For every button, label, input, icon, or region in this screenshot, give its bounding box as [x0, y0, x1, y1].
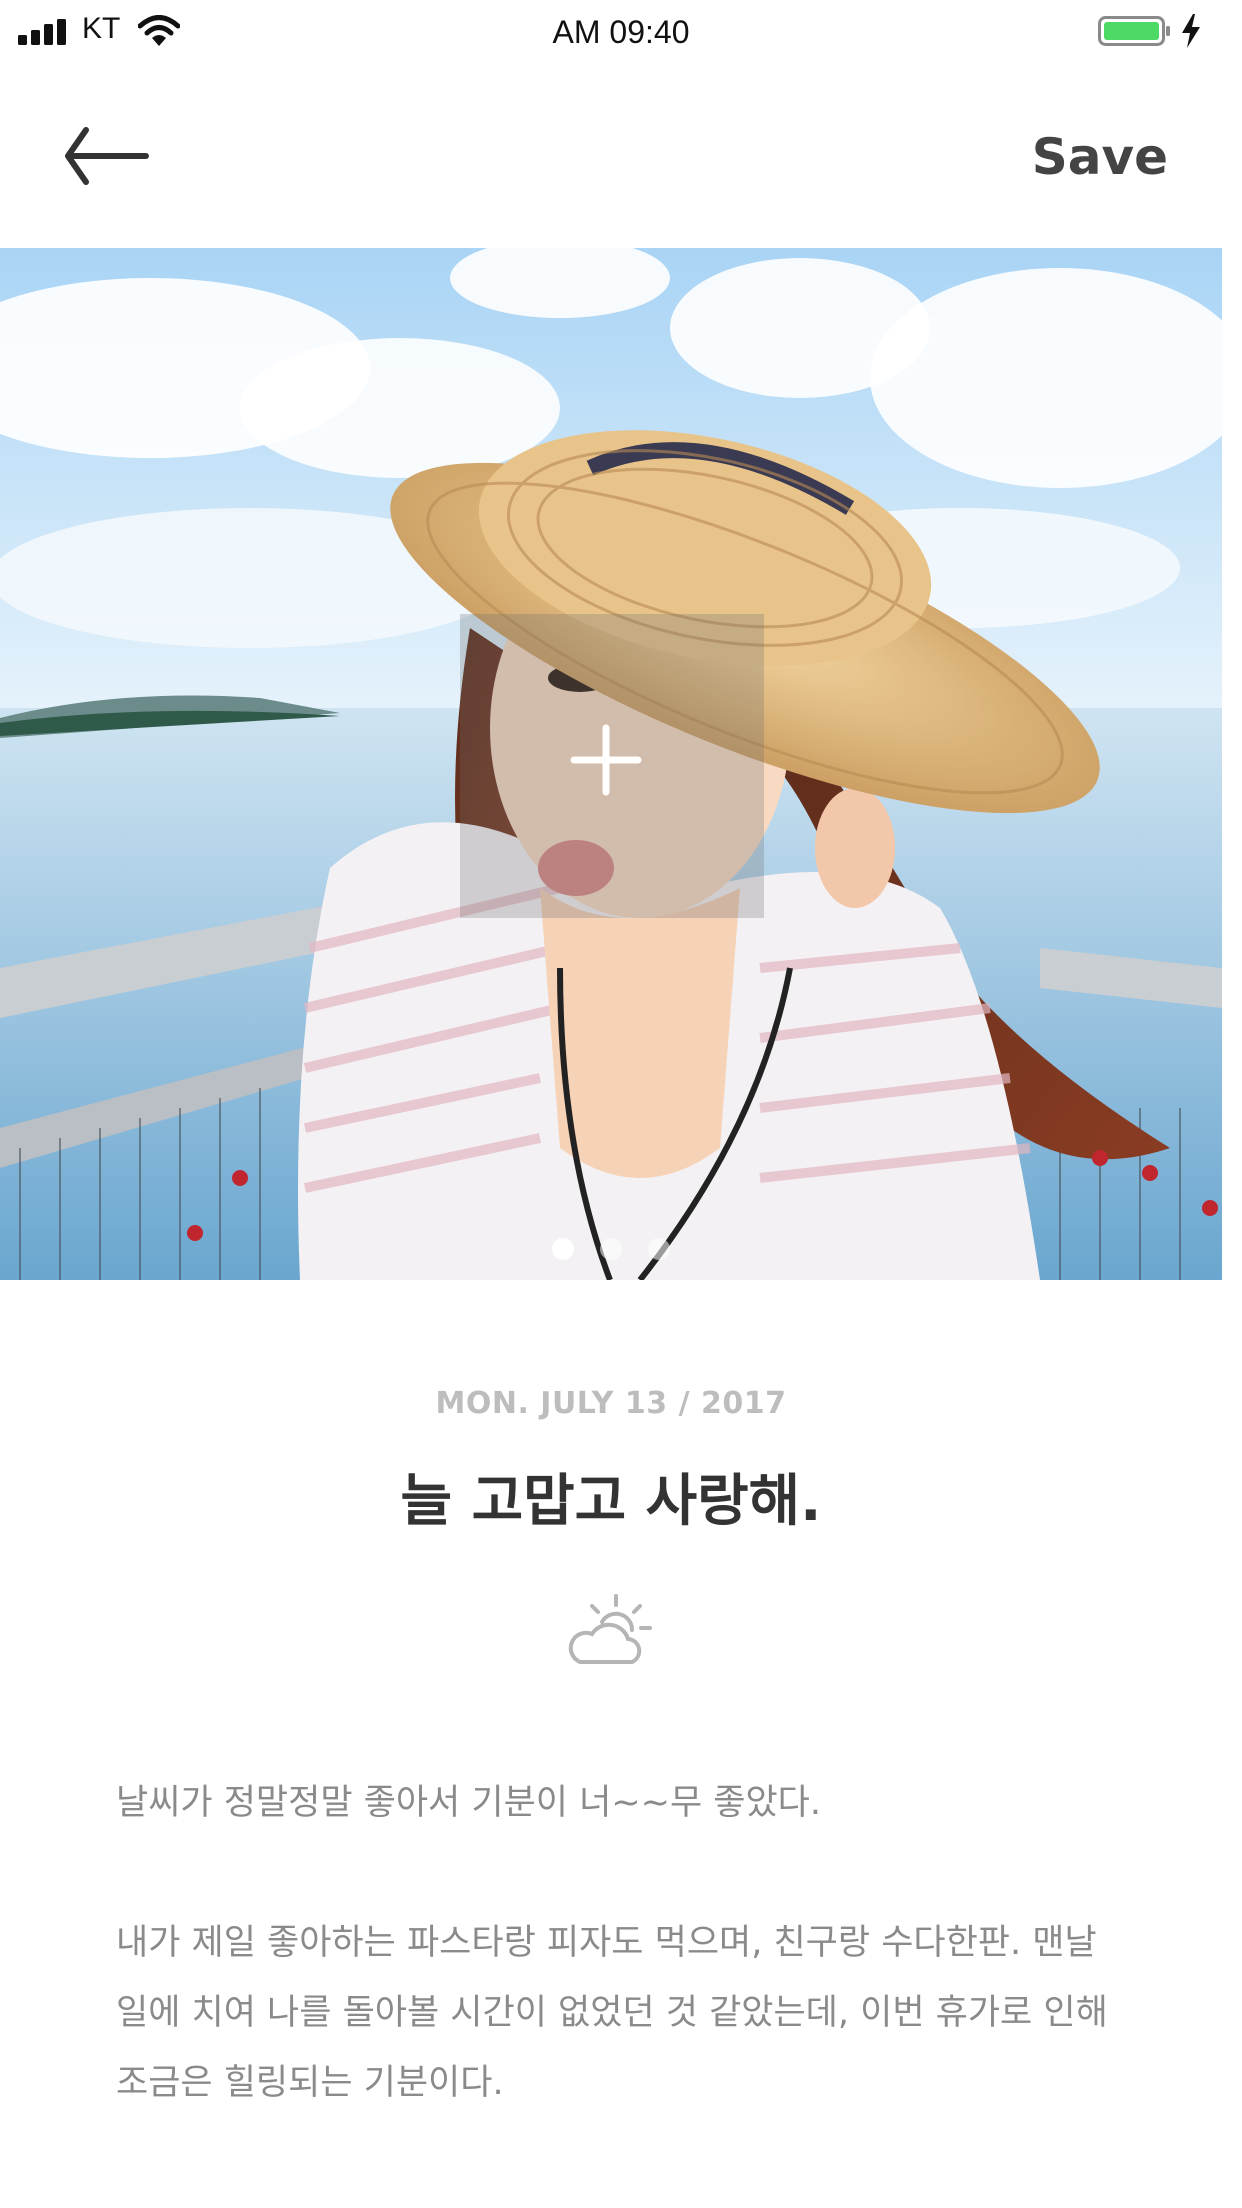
- photo-carousel[interactable]: [0, 248, 1222, 1280]
- add-tag-button[interactable]: [460, 614, 764, 918]
- entry-title[interactable]: 늘 고맙고 사랑해.: [0, 1456, 1222, 1537]
- entry-paragraph: 날씨가 정말정말 좋아서 기분이 너~~무 좋았다.: [116, 1783, 822, 1823]
- page-dot-1[interactable]: [552, 1238, 574, 1260]
- page-indicator: [0, 1238, 1222, 1260]
- battery-icon: [1098, 16, 1170, 46]
- charging-icon: [1182, 14, 1200, 48]
- status-bar: KT AM 09:40: [0, 0, 1242, 66]
- entry-date: MON. JULY 13 / 2017: [435, 1386, 787, 1421]
- entry-body[interactable]: 날씨가 정말정말 좋아서 기분이 너~~무 좋았다. 내가 제일 좋아하는 파스…: [116, 1768, 1136, 2118]
- nav-bar: Save: [0, 66, 1242, 246]
- status-time: AM 09:40: [552, 14, 690, 50]
- entry-paragraph: 내가 제일 좋아하는 파스타랑 피자도 먹으며, 친구랑 수다한판. 맨날 일에…: [116, 1923, 1108, 2103]
- back-button[interactable]: [56, 116, 156, 196]
- save-button[interactable]: Save: [1032, 128, 1168, 186]
- page-dot-3[interactable]: [648, 1238, 670, 1260]
- plus-icon: [570, 724, 642, 796]
- page-dot-2[interactable]: [600, 1238, 622, 1260]
- arrow-left-icon: [65, 127, 149, 185]
- partly-cloudy-icon[interactable]: [560, 1592, 660, 1672]
